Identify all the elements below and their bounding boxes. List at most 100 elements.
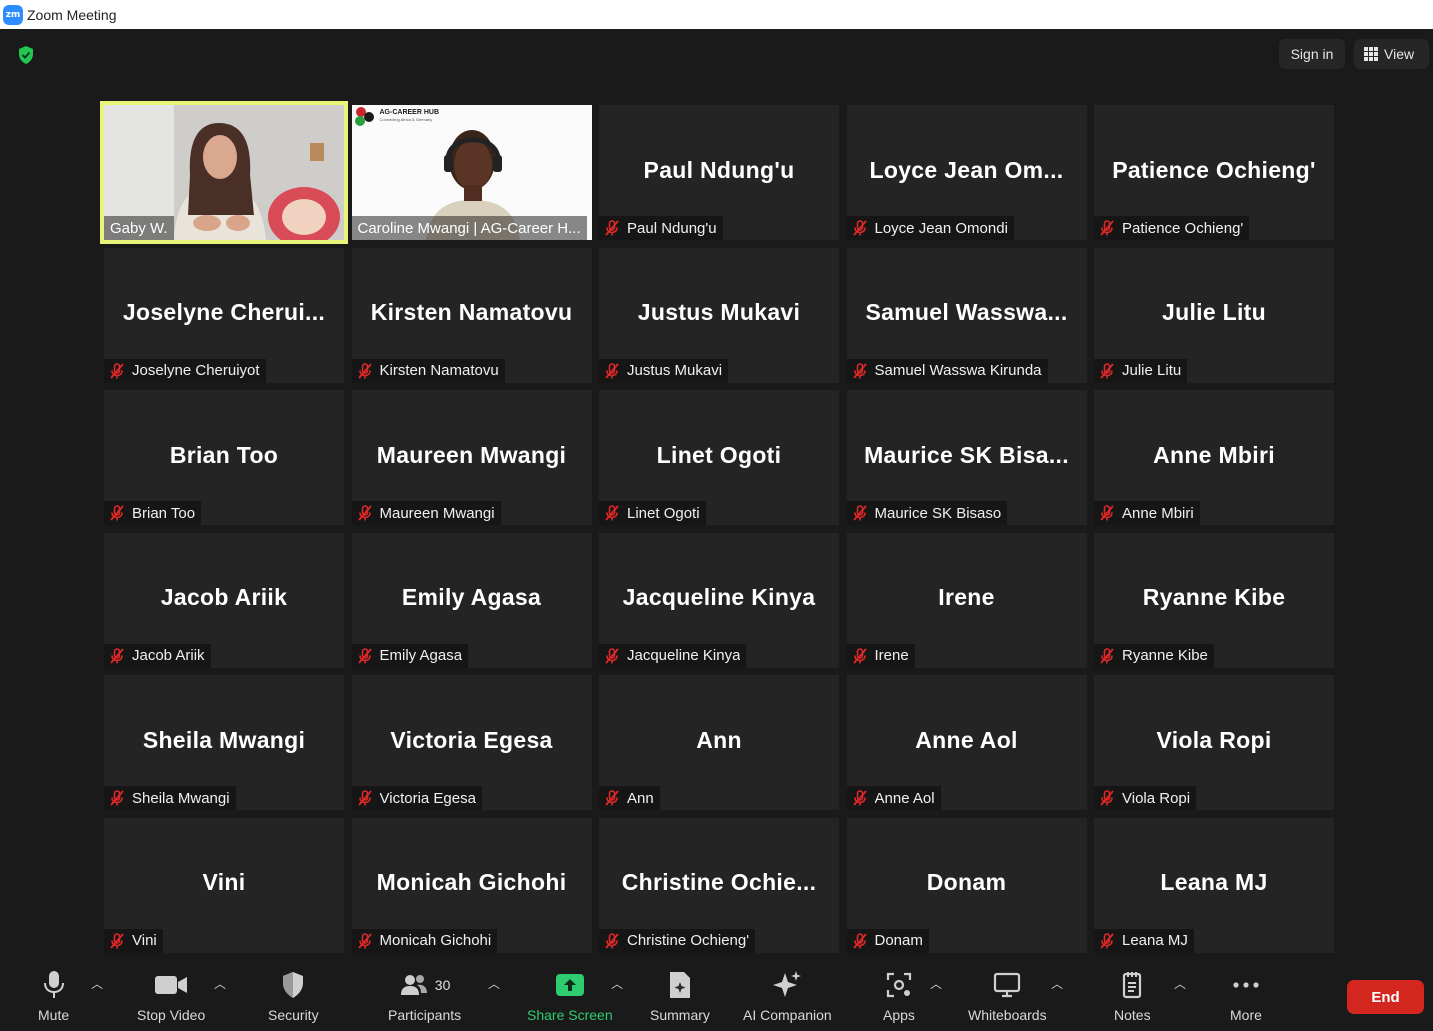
apps-icon [886, 972, 912, 998]
view-label: View [1384, 46, 1415, 62]
notes-button[interactable]: Notes [1114, 967, 1151, 1023]
participant-tile[interactable]: Anne Mbiri Anne Mbiri [1094, 390, 1334, 525]
participant-tile[interactable]: Monicah Gichohi Monicah Gichohi [351, 817, 592, 953]
participant-tile[interactable]: Loyce Jean Om... Loyce Jean Omondi [846, 105, 1087, 240]
participant-name-label: Patience Ochieng' [1122, 219, 1244, 237]
whiteboards-button[interactable]: Whiteboards [968, 967, 1047, 1023]
participant-nametag: Maureen Mwangi [351, 501, 501, 525]
view-button[interactable]: View [1354, 39, 1429, 69]
participant-tile[interactable]: Emily Agasa Emily Agasa [351, 532, 592, 668]
security-button[interactable]: Security [268, 967, 319, 1023]
participant-nametag: Caroline Mwangi | AG-Career H... [351, 216, 587, 240]
participant-display-name: Maureen Mwangi [376, 441, 567, 468]
participant-name-label: Paul Ndung'u [627, 219, 717, 237]
participants-icon [400, 975, 427, 995]
participant-tile[interactable]: Maureen Mwangi Maureen Mwangi [351, 390, 592, 525]
muted-mic-icon [1100, 647, 1114, 664]
meeting-toolbar: Mute ︿ Stop Video ︿ Security 30 Particip… [0, 959, 1433, 1031]
participant-tile[interactable]: Leana MJ Leana MJ [1094, 817, 1334, 953]
participant-tile[interactable]: Anne Aol Anne Aol [846, 675, 1087, 810]
brand-logo-subtitle: Connecting Africa & Germany [379, 117, 433, 122]
mute-options-caret[interactable]: ︿ [91, 975, 103, 992]
muted-mic-icon [110, 505, 124, 521]
video-options-caret[interactable]: ︿ [214, 975, 226, 992]
apps-button[interactable]: Apps [883, 967, 915, 1023]
muted-mic-icon [1100, 362, 1114, 379]
participant-tile[interactable]: Maurice SK Bisa... Maurice SK Bisaso [846, 390, 1087, 525]
summary-button[interactable]: Summary [650, 967, 710, 1023]
muted-mic-icon [605, 505, 619, 521]
participant-name-label: Jacqueline Kinya [627, 647, 741, 664]
window-title: Zoom Meeting [27, 6, 117, 23]
mute-button[interactable]: Mute [38, 967, 69, 1023]
participant-tile[interactable]: Jacob Ariik Jacob Ariik [104, 532, 344, 668]
muted-mic-icon [1100, 790, 1114, 806]
participant-name-label: Maurice SK Bisaso [874, 504, 1002, 522]
meeting-area: Sign in View Gaby W. AG-CAREER HUB Connect… [0, 29, 1433, 959]
share-screen-button[interactable]: Share Screen [527, 967, 613, 1023]
participant-nametag: Leana MJ [1094, 928, 1194, 953]
participant-nametag: Justus Mukavi [599, 358, 729, 383]
participant-tile[interactable]: Linet Ogoti Linet Ogoti [599, 390, 839, 525]
participant-display-name: Loyce Jean Om... [869, 156, 1064, 183]
participant-tile[interactable]: Viola Ropi Viola Ropi [1094, 675, 1334, 810]
participant-tile[interactable]: Samuel Wasswa... Samuel Wasswa Kirunda [846, 247, 1087, 383]
participant-tile[interactable]: Donam Donam [846, 817, 1087, 953]
participant-display-name: Brian Too [169, 441, 279, 468]
sign-in-button[interactable]: Sign in [1279, 39, 1345, 69]
participant-name-label: Julie Litu [1122, 362, 1182, 379]
encryption-shield-icon[interactable] [16, 45, 36, 65]
participant-tile[interactable]: AG-CAREER HUB Connecting Africa & Germany… [351, 105, 592, 240]
participant-tile[interactable]: Christine Ochie... Christine Ochieng' [599, 817, 839, 953]
participant-tile[interactable]: Ann Ann [599, 675, 839, 810]
participant-tile[interactable]: Vini Vini [104, 817, 344, 953]
participant-name-label: Monicah Gichohi [379, 932, 492, 949]
participant-tile[interactable]: Ryanne Kibe Ryanne Kibe [1094, 532, 1334, 668]
muted-mic-icon [357, 362, 372, 379]
participant-name-label: Irene [874, 647, 909, 664]
participant-nametag: Vini [104, 928, 163, 953]
end-meeting-button[interactable]: End [1347, 980, 1424, 1014]
participant-nametag: Sheila Mwangi [104, 786, 236, 810]
share-options-caret[interactable]: ︿ [611, 975, 623, 992]
participant-tile[interactable]: Irene Irene [846, 532, 1087, 668]
muted-mic-icon [852, 505, 867, 521]
participant-tile[interactable]: Justus Mukavi Justus Mukavi [599, 247, 839, 383]
summary-label: Summary [650, 1007, 710, 1023]
participant-tile[interactable]: Jacqueline Kinya Jacqueline Kinya [599, 532, 839, 668]
participant-display-name: Ann [696, 726, 742, 753]
apps-label: Apps [883, 1007, 915, 1023]
participants-button[interactable]: 30 Participants [388, 967, 461, 1023]
participants-options-caret[interactable]: ︿ [488, 975, 500, 992]
participant-tile[interactable]: Paul Ndung'u Paul Ndung'u [599, 105, 839, 240]
microphone-icon [43, 971, 64, 998]
participant-tile[interactable]: Julie Litu Julie Litu [1094, 247, 1334, 383]
participant-nametag: Loyce Jean Omondi [846, 216, 1014, 240]
security-shield-icon [283, 972, 304, 998]
participant-name-label: Maureen Mwangi [379, 504, 495, 522]
participant-display-name: Jacob Ariik [160, 583, 288, 610]
more-button[interactable]: More [1230, 967, 1262, 1023]
end-label: End [1371, 988, 1400, 1006]
stop-video-button[interactable]: Stop Video [137, 967, 205, 1023]
participant-tile[interactable]: Brian Too Brian Too [104, 390, 344, 525]
whiteboards-options-caret[interactable]: ︿ [1051, 975, 1063, 992]
participant-tile[interactable]: Sheila Mwangi Sheila Mwangi [104, 675, 344, 810]
participant-name-label: Kirsten Namatovu [379, 362, 499, 379]
participant-nametag: Irene [846, 643, 915, 668]
participant-display-name: Linet Ogoti [656, 441, 782, 468]
participant-display-name: Vini [202, 868, 246, 895]
participant-nametag: Paul Ndung'u [599, 216, 723, 240]
participant-nametag: Patience Ochieng' [1094, 216, 1250, 240]
participant-tile[interactable]: Joselyne Cherui... Joselyne Cheruiyot [104, 247, 344, 383]
apps-options-caret[interactable]: ︿ [930, 975, 942, 992]
participant-name-label: Caroline Mwangi | AG-Career H... [357, 219, 581, 237]
participant-tile[interactable]: Kirsten Namatovu Kirsten Namatovu [351, 247, 592, 383]
participant-tile[interactable]: Patience Ochieng' Patience Ochieng' [1094, 105, 1334, 240]
ai-companion-button[interactable]: AI Companion [743, 967, 832, 1023]
notes-options-caret[interactable]: ︿ [1174, 975, 1186, 992]
participant-display-name: Maurice SK Bisa... [864, 441, 1069, 468]
muted-mic-icon [1100, 220, 1114, 236]
participant-tile[interactable]: Gaby W. [100, 101, 348, 244]
participant-tile[interactable]: Victoria Egesa Victoria Egesa [351, 675, 592, 810]
